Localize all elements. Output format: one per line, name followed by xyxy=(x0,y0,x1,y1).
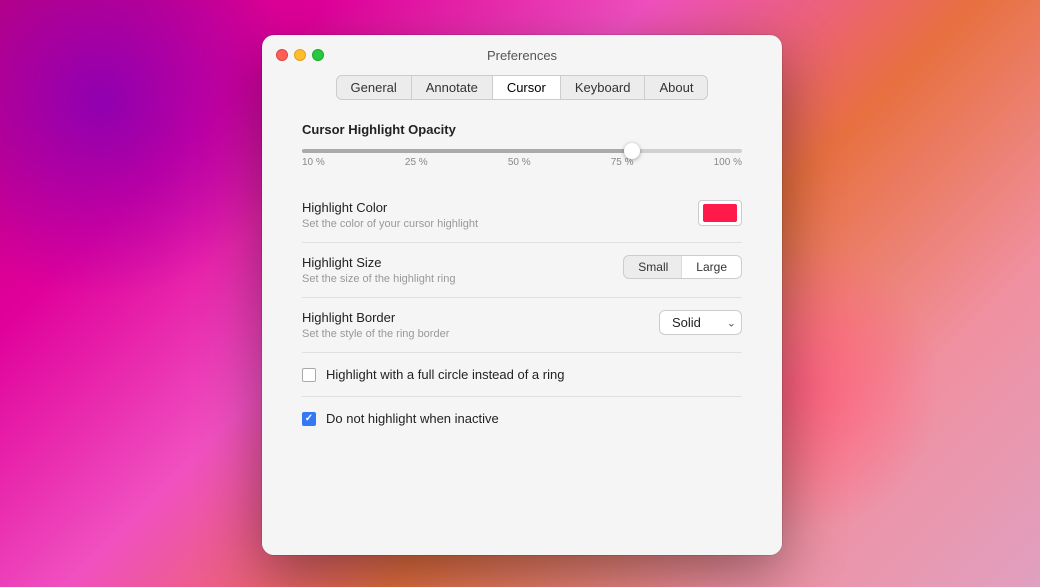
full-circle-checkbox[interactable] xyxy=(302,368,316,382)
tab-bar: General Annotate Cursor Keyboard About xyxy=(262,75,782,112)
traffic-lights xyxy=(276,49,324,61)
inactive-label: Do not highlight when inactive xyxy=(326,411,499,426)
full-circle-row: Highlight with a full circle instead of … xyxy=(302,353,742,397)
label-25: 25 % xyxy=(405,157,428,168)
minimize-button[interactable] xyxy=(294,49,306,61)
inactive-row: ✓ Do not highlight when inactive xyxy=(302,397,742,440)
highlight-color-label: Highlight Color xyxy=(302,200,478,215)
inactive-checkbox[interactable]: ✓ xyxy=(302,412,316,426)
content-area: Cursor Highlight Opacity 10 % 25 % 50 % … xyxy=(262,112,782,555)
tab-annotate[interactable]: Annotate xyxy=(412,75,493,100)
highlight-size-labels: Highlight Size Set the size of the highl… xyxy=(302,255,455,285)
tab-cursor[interactable]: Cursor xyxy=(493,75,561,100)
opacity-title: Cursor Highlight Opacity xyxy=(302,122,742,137)
tab-general[interactable]: General xyxy=(336,75,412,100)
opacity-section: Cursor Highlight Opacity 10 % 25 % 50 % … xyxy=(302,122,742,168)
highlight-color-row: Highlight Color Set the color of your cu… xyxy=(302,188,742,243)
maximize-button[interactable] xyxy=(312,49,324,61)
highlight-size-row: Highlight Size Set the size of the highl… xyxy=(302,243,742,298)
label-50: 50 % xyxy=(508,157,531,168)
slider-wrapper xyxy=(302,149,742,153)
highlight-color-control xyxy=(698,200,742,226)
highlight-color-labels: Highlight Color Set the color of your cu… xyxy=(302,200,478,230)
checkmark-icon: ✓ xyxy=(305,414,313,424)
full-circle-label: Highlight with a full circle instead of … xyxy=(326,367,564,382)
highlight-border-row: Highlight Border Set the style of the ri… xyxy=(302,298,742,353)
highlight-border-labels: Highlight Border Set the style of the ri… xyxy=(302,310,449,340)
bg-blob1 xyxy=(0,0,300,300)
window-title: Preferences xyxy=(487,48,557,63)
highlight-size-desc: Set the size of the highlight ring xyxy=(302,273,455,285)
label-100: 100 % xyxy=(714,157,742,168)
color-swatch-inner xyxy=(703,204,737,222)
color-swatch[interactable] xyxy=(698,200,742,226)
label-10: 10 % xyxy=(302,157,325,168)
size-small-button[interactable]: Small xyxy=(624,256,682,278)
border-style-select[interactable]: Solid Dashed Dotted xyxy=(659,310,742,335)
slider-thumb[interactable] xyxy=(624,143,640,159)
border-select-wrapper: Solid Dashed Dotted ⌄ xyxy=(659,310,742,335)
slider-labels: 10 % 25 % 50 % 75 % 100 % xyxy=(302,157,742,168)
highlight-border-label: Highlight Border xyxy=(302,310,449,325)
size-segmented: Small Large xyxy=(623,255,742,279)
tab-keyboard[interactable]: Keyboard xyxy=(561,75,646,100)
slider-track xyxy=(302,149,742,153)
size-large-button[interactable]: Large xyxy=(682,256,741,278)
title-bar: Preferences xyxy=(262,35,782,75)
close-button[interactable] xyxy=(276,49,288,61)
highlight-border-control: Solid Dashed Dotted ⌄ xyxy=(659,310,742,335)
highlight-border-desc: Set the style of the ring border xyxy=(302,328,449,340)
preferences-window: Preferences General Annotate Cursor Keyb… xyxy=(262,35,782,555)
highlight-size-control: Small Large xyxy=(623,255,742,279)
tab-about[interactable]: About xyxy=(645,75,708,100)
slider-fill xyxy=(302,149,632,153)
highlight-color-desc: Set the color of your cursor highlight xyxy=(302,218,478,230)
highlight-size-label: Highlight Size xyxy=(302,255,455,270)
